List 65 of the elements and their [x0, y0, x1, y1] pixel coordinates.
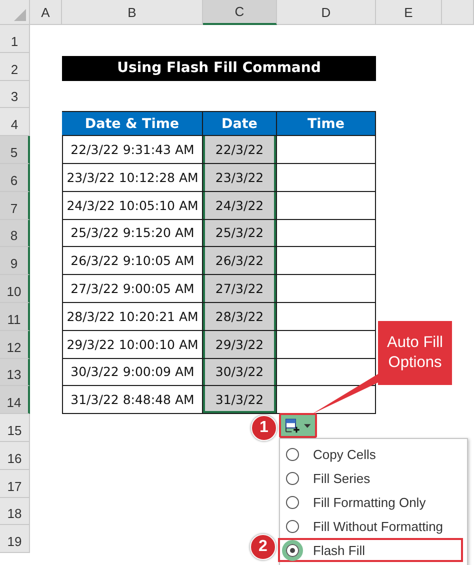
row-header[interactable]: 15 [0, 414, 30, 442]
radio-icon [286, 448, 299, 460]
table-cell: 29/3/22 10:00:10 AM [62, 330, 203, 359]
table-header: Date & Time [62, 111, 203, 136]
table-cell: 25/3/22 [203, 220, 277, 248]
row-header[interactable]: 9 [0, 247, 30, 276]
row-header[interactable]: 7 [0, 192, 30, 220]
table-cell: 23/3/22 [203, 164, 277, 192]
step-badge: 2 [250, 534, 276, 560]
table-cell: 24/3/22 [203, 192, 277, 220]
row-header[interactable]: 4 [0, 108, 30, 136]
table-cell: 26/3/22 [203, 247, 277, 276]
radio-icon [286, 472, 299, 484]
caret-icon [304, 424, 311, 428]
row-header[interactable]: 16 [0, 442, 30, 470]
row-header[interactable]: 12 [0, 330, 30, 359]
column-header[interactable]: C [203, 0, 277, 25]
callout-label: Auto Fill Options [378, 321, 452, 385]
table-cell: 28/3/22 10:20:21 AM [62, 302, 203, 331]
row-header[interactable]: 13 [0, 358, 30, 386]
table-cell: 22/3/22 [203, 136, 277, 164]
row-header[interactable]: 10 [0, 275, 30, 303]
table-header: Time [277, 111, 376, 136]
table-cell: 31/3/22 [203, 386, 277, 414]
radio-icon [286, 496, 299, 508]
column-header[interactable]: D [277, 0, 376, 25]
table-cell: 24/3/22 10:05:10 AM [62, 192, 203, 220]
column-header[interactable] [442, 0, 474, 25]
row-header[interactable]: 2 [0, 52, 30, 81]
menu-item[interactable]: Fill Without Formatting [280, 514, 463, 538]
menu-item[interactable]: Fill Formatting Only [280, 490, 463, 514]
step-badge: 1 [251, 415, 277, 441]
row-header[interactable]: 17 [0, 470, 30, 498]
table-cell: 31/3/22 8:48:48 AM [62, 386, 203, 414]
column-header[interactable]: E [376, 0, 442, 25]
table-cell: 28/3/22 [203, 302, 277, 331]
row-header[interactable]: 14 [0, 386, 30, 414]
radio-icon [286, 520, 299, 532]
row-header[interactable]: 3 [0, 80, 30, 108]
fill-options-icon [285, 418, 300, 433]
table-cell: 26/3/22 9:10:05 AM [62, 247, 203, 276]
auto-fill-options-button[interactable] [279, 413, 317, 438]
table-header: Date [203, 111, 277, 136]
sheet-title: Using Flash Fill Command [62, 56, 376, 81]
column-header[interactable]: A [30, 0, 62, 25]
row-header[interactable]: 5 [0, 136, 30, 164]
row-header[interactable]: 8 [0, 220, 30, 248]
table-cell: 23/3/22 10:12:28 AM [62, 164, 203, 192]
select-all-corner[interactable] [0, 0, 30, 25]
menu-item[interactable]: Copy Cells [280, 442, 463, 466]
row-header[interactable]: 1 [0, 25, 30, 53]
row-header[interactable]: 18 [0, 498, 30, 526]
row-header[interactable]: 19 [0, 525, 30, 554]
row-header[interactable]: 11 [0, 302, 30, 331]
menu-item[interactable]: Flash Fill [278, 538, 463, 562]
row-header[interactable]: 6 [0, 164, 30, 192]
menu-item[interactable]: Fill Series [280, 466, 463, 490]
table-cell: 29/3/22 [203, 330, 277, 359]
table-cell: 27/3/22 [203, 275, 277, 303]
table-cell: 27/3/22 9:00:05 AM [62, 275, 203, 303]
table-cell: 22/3/22 9:31:43 AM [62, 136, 203, 164]
table-cell: 25/3/22 9:15:20 AM [62, 220, 203, 248]
table-cell: 30/3/22 9:00:09 AM [62, 358, 203, 386]
column-header[interactable]: B [62, 0, 203, 25]
table-cell: 30/3/22 [203, 358, 277, 386]
